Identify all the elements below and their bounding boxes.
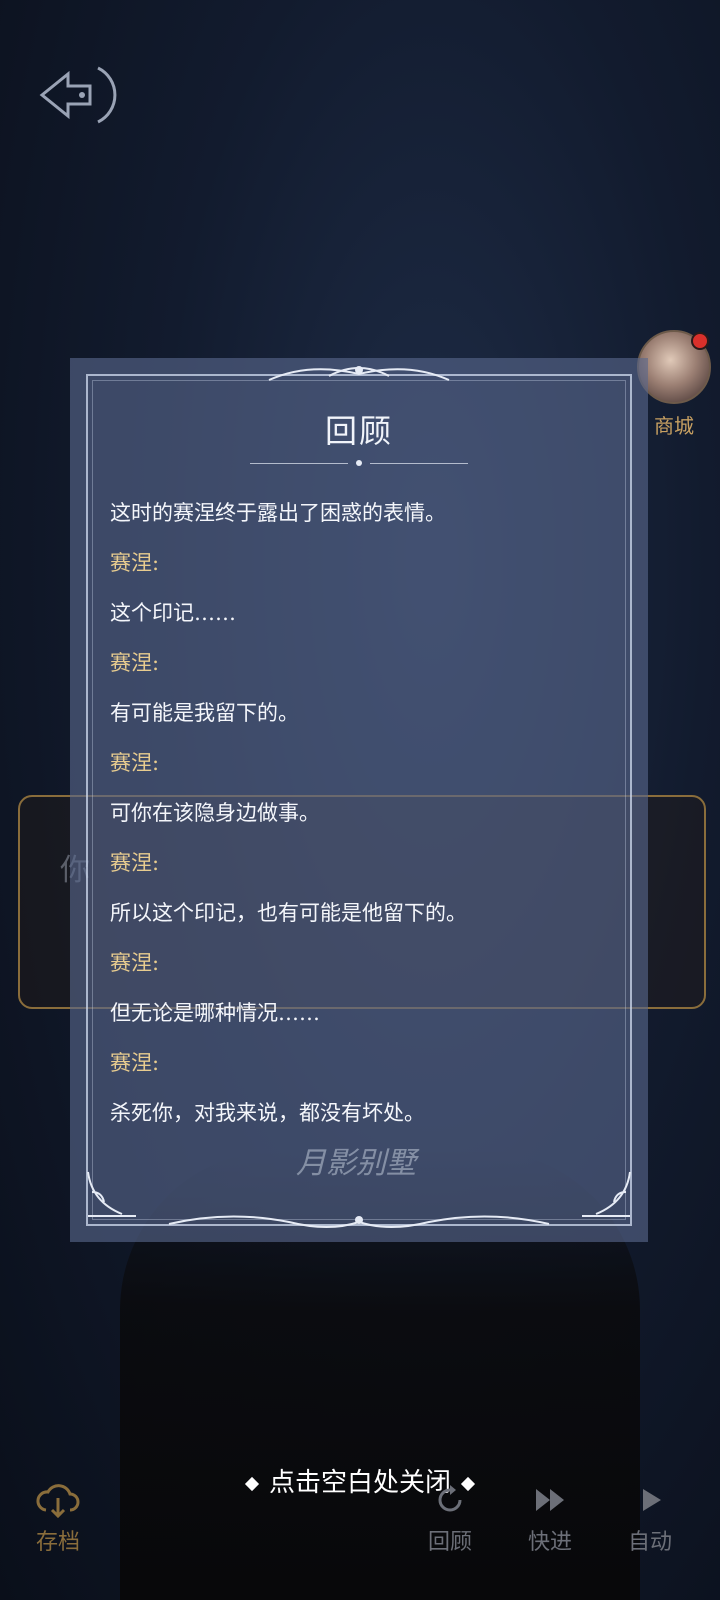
log-line: 这个印记…… — [110, 601, 236, 625]
log-line: 但无论是哪种情况…… — [110, 1001, 320, 1025]
log-speaker: 赛涅: — [110, 651, 160, 675]
title-divider — [250, 454, 468, 472]
review-label: 回顾 — [427, 1530, 472, 1555]
bottom-ornament-icon — [168, 1215, 550, 1228]
review-panel: 回顾 这时的赛涅终于露出了困惑的表情。 赛涅: 这个印记…… 赛涅: 有可能是我… — [70, 358, 648, 1242]
game-logo-watermark: 月影别墅 — [296, 1146, 416, 1181]
log-speaker: 赛涅: — [110, 551, 160, 575]
corner-ornament-icon — [582, 1171, 631, 1217]
log-speaker: 赛涅: — [110, 951, 160, 975]
cloud-download-icon — [36, 1484, 80, 1519]
corner-ornament-icon — [87, 1171, 136, 1217]
top-ornament-icon — [268, 366, 450, 381]
dialogue-log: 这时的赛涅终于露出了困惑的表情。 赛涅: 这个印记…… 赛涅: 有可能是我留下的… — [110, 488, 612, 1138]
save-label: 存档 — [35, 1530, 80, 1555]
play-icon — [643, 1489, 661, 1511]
log-line: 所以这个印记，也有可能是他留下的。 — [110, 901, 467, 925]
log-line: 有可能是我留下的。 — [110, 701, 299, 725]
log-narration: 这时的赛涅终于露出了困惑的表情。 — [110, 501, 446, 525]
bottom-toolbar: 存档 回顾 快进 自动 — [0, 1480, 720, 1600]
panel-title: 回顾 — [324, 412, 393, 450]
rewind-icon — [438, 1485, 462, 1512]
log-speaker: 赛涅: — [110, 751, 160, 775]
back-arrow-icon — [39, 66, 117, 124]
auto-label: 自动 — [627, 1530, 672, 1555]
log-speaker: 赛涅: — [110, 851, 160, 875]
review-button[interactable]: 回顾 — [410, 1480, 490, 1556]
log-line: 可你在该隐身边做事。 — [110, 801, 320, 825]
auto-button[interactable]: 自动 — [610, 1480, 690, 1556]
skip-button[interactable]: 快进 — [510, 1480, 590, 1556]
log-line: 杀死你，对我来说，都没有坏处。 — [110, 1101, 425, 1125]
log-speaker: 赛涅: — [110, 1051, 160, 1075]
fast-forward-icon — [536, 1489, 564, 1511]
notification-dot — [691, 332, 709, 350]
store-avatar — [637, 330, 711, 404]
skip-label: 快进 — [527, 1530, 572, 1555]
save-button[interactable]: 存档 — [18, 1480, 98, 1556]
back-button[interactable] — [28, 60, 124, 130]
